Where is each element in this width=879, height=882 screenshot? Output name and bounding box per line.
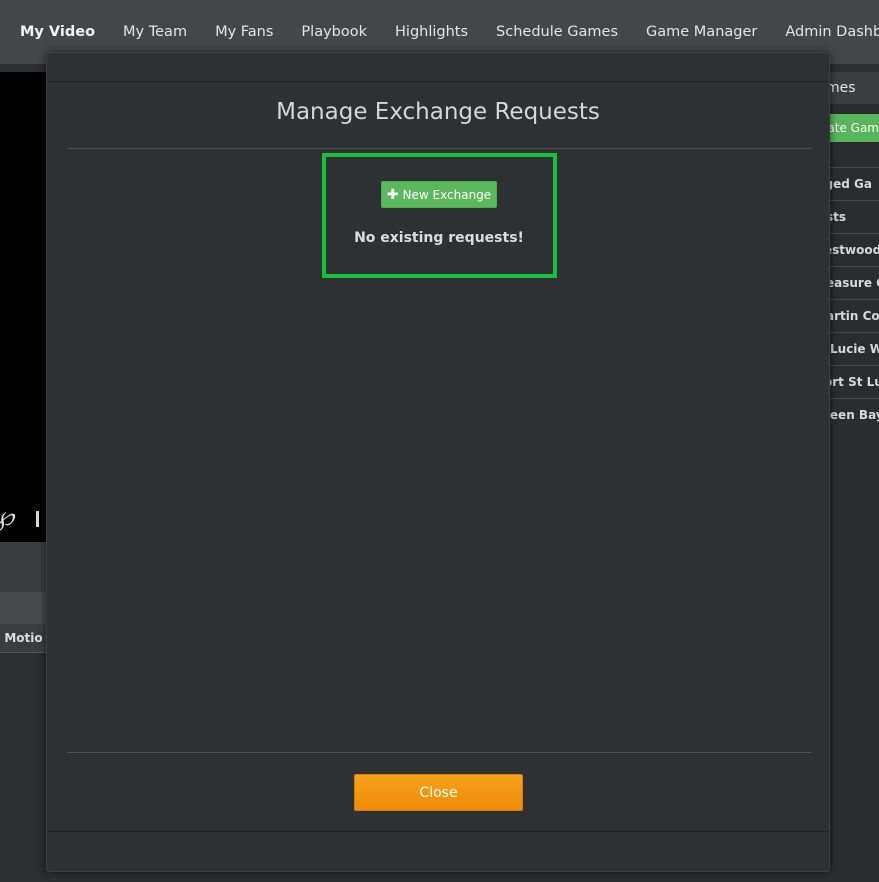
create-game-button[interactable]: eate Gam xyxy=(830,114,879,142)
nav-my-team[interactable]: My Team xyxy=(109,22,201,42)
list-item[interactable]: reen Bay xyxy=(830,398,879,431)
list-item[interactable]: artin Cou xyxy=(830,299,879,332)
nav-playbook[interactable]: Playbook xyxy=(287,22,381,42)
modal-footer-line xyxy=(47,831,829,832)
highlight-box xyxy=(322,153,557,278)
nav-game-manager[interactable]: Game Manager xyxy=(632,22,771,42)
new-exchange-button[interactable]: ✚ New Exchange xyxy=(381,181,497,208)
table-header-text: e Motio xyxy=(0,631,43,645)
nav-schedule-games[interactable]: Schedule Games xyxy=(482,22,632,42)
modal-header-line xyxy=(47,81,829,82)
empty-state-message: No existing requests! xyxy=(354,230,524,246)
manage-exchange-modal: Manage Exchange Requests ✚ New Exchange … xyxy=(46,52,830,872)
list-item[interactable]: sts xyxy=(830,200,879,233)
signature-glyph: ℘ xyxy=(0,502,14,532)
modal-title: Manage Exchange Requests xyxy=(276,99,600,125)
nav-highlights[interactable]: Highlights xyxy=(381,22,482,42)
games-panel-title: mes xyxy=(830,72,879,104)
nav-my-video[interactable]: My Video xyxy=(6,22,109,42)
nav-admin-dashboard[interactable]: Admin Dashboard xyxy=(771,22,879,42)
list-item[interactable]: ort St Lu xyxy=(830,365,879,398)
list-item[interactable]: estwood xyxy=(830,233,879,266)
toolbar-strip xyxy=(0,592,46,624)
games-list: nged Ga sts estwood easure C artin Cou L… xyxy=(830,167,879,431)
list-item[interactable]: easure C xyxy=(830,266,879,299)
video-controls-area xyxy=(0,542,46,592)
plus-icon: ✚ xyxy=(386,186,399,203)
games-panel: mes eate Gam nged Ga sts estwood easure … xyxy=(830,72,879,882)
modal-divider-bottom xyxy=(67,752,811,753)
new-exchange-label: New Exchange xyxy=(402,187,492,202)
nav-my-fans[interactable]: My Fans xyxy=(201,22,287,42)
list-item[interactable]: nged Ga xyxy=(830,167,879,200)
close-button[interactable]: Close xyxy=(354,774,523,811)
table-header: e Motio xyxy=(0,624,46,653)
video-player: ℘ xyxy=(0,72,46,542)
playhead-marker xyxy=(36,511,39,527)
modal-divider-top xyxy=(67,148,811,149)
list-item[interactable]: Lucie We xyxy=(830,332,879,365)
